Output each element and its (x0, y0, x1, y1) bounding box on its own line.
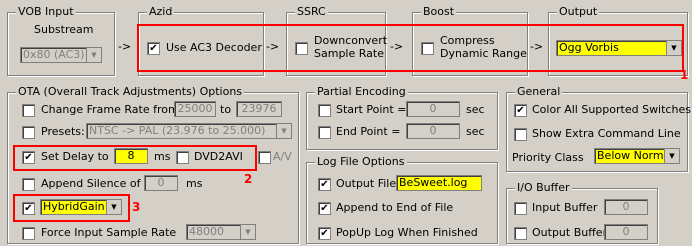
annotation-box-1 (137, 24, 684, 72)
substream-value: 0x80 (AC3) (23, 48, 85, 61)
flow-arrow: -> (118, 40, 132, 53)
change-frame-rate-checkbox[interactable] (22, 104, 35, 117)
substream-select[interactable]: 0x80 (AC3) ▼ (20, 47, 102, 63)
append-silence-checkbox[interactable] (22, 178, 35, 191)
append-log-checkbox[interactable]: ✔ (318, 202, 331, 215)
input-buffer-field[interactable]: 0 (604, 199, 648, 215)
annotation-number-3: 3 (132, 200, 141, 214)
popup-log-checkbox[interactable]: ✔ (318, 227, 331, 240)
chevron-down-icon: ▼ (86, 48, 101, 62)
end-point-checkbox[interactable] (318, 126, 331, 139)
chevron-down-icon: ▼ (276, 124, 291, 138)
av-checkbox[interactable] (258, 151, 271, 164)
end-unit-label: sec (466, 125, 485, 138)
priority-class-select[interactable]: Below Normal ▼ (594, 148, 680, 164)
chevron-down-icon: ▼ (240, 225, 255, 239)
presets-value: NTSC -> PAL (23.976 to 25.000) (89, 124, 266, 137)
vob-input-title: VOB Input (16, 5, 76, 18)
boost-title: Boost (421, 5, 457, 18)
change-frame-rate-label: Change Frame Rate from (41, 103, 179, 116)
ssrc-title: SSRC (295, 5, 328, 18)
vob-input-group: VOB Input Substream 0x80 (AC3) ▼ (7, 6, 115, 76)
append-log-label: Append to End of File (336, 201, 454, 214)
force-rate-value: 48000 (189, 225, 224, 238)
force-rate-checkbox[interactable] (22, 227, 35, 240)
output-file-checkbox[interactable]: ✔ (318, 178, 331, 191)
append-silence-label: Append Silence of (41, 177, 141, 190)
output-title: Output (557, 5, 600, 18)
azid-title: Azid (147, 5, 175, 18)
rate-from-field[interactable]: 25000 (174, 101, 216, 117)
ota-title: OTA (Overall Track Adjustments) Options (16, 85, 245, 98)
start-unit-label: sec (466, 103, 485, 116)
io-buffer-title: I/O Buffer (515, 181, 572, 194)
popup-log-label: PopUp Log When Finished (336, 226, 478, 239)
log-file-title: Log File Options (315, 155, 407, 168)
end-point-field[interactable]: 0 (406, 123, 460, 139)
output-buffer-field[interactable]: 0 (604, 224, 648, 240)
force-rate-select[interactable]: 48000 ▼ (186, 224, 256, 240)
annotation-box-3 (13, 194, 130, 222)
annotation-number-2: 2 (244, 172, 253, 186)
end-point-label: End Point = (336, 125, 401, 138)
output-buffer-label: Output Buffer (532, 226, 608, 239)
log-file-field[interactable]: BeSweet.log (396, 175, 482, 191)
extra-cmd-checkbox[interactable] (514, 128, 527, 141)
presets-checkbox[interactable] (22, 126, 35, 139)
annotation-box-2 (13, 145, 257, 171)
av-label: A/V (273, 150, 292, 163)
substream-label: Substream (34, 23, 94, 36)
start-point-checkbox[interactable] (318, 104, 331, 117)
presets-label: Presets: (41, 125, 85, 138)
input-buffer-checkbox[interactable] (514, 202, 527, 215)
partial-encoding-title: Partial Encoding (315, 85, 408, 98)
start-point-field[interactable]: 0 (406, 101, 460, 117)
chevron-down-icon: ▼ (664, 149, 679, 163)
color-all-checkbox[interactable]: ✔ (514, 104, 527, 117)
extra-cmd-label: Show Extra Command Line (532, 127, 681, 140)
silence-unit-label: ms (186, 177, 203, 190)
input-buffer-label: Input Buffer (532, 201, 598, 214)
partial-encoding-group: Partial Encoding (306, 86, 498, 150)
general-title: General (515, 85, 563, 98)
annotation-number-1: 1 (680, 68, 689, 82)
silence-field[interactable]: 0 (144, 175, 178, 191)
rate-to-field[interactable]: 23976 (236, 101, 282, 117)
presets-select[interactable]: NTSC -> PAL (23.976 to 25.000) ▼ (86, 123, 292, 139)
color-all-label: Color All Supported Switches (532, 103, 691, 116)
force-rate-label: Force Input Sample Rate (41, 226, 177, 239)
priority-class-value: Below Normal (597, 149, 674, 162)
start-point-label: Start Point = (336, 103, 407, 116)
rate-to-label: to (220, 103, 232, 116)
output-file-label: Output File (336, 177, 397, 190)
priority-class-label: Priority Class (512, 151, 584, 164)
output-buffer-checkbox[interactable] (514, 227, 527, 240)
